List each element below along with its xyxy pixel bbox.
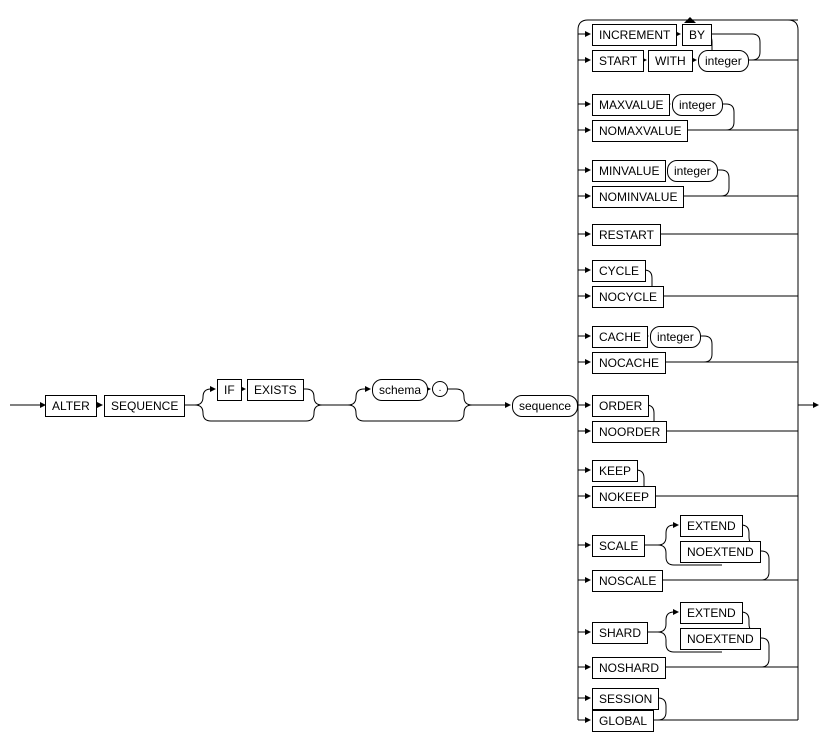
- kw-nominvalue: NOMINVALUE: [592, 186, 684, 208]
- kw-increment: INCREMENT: [592, 24, 677, 46]
- kw-nocycle: NOCYCLE: [592, 286, 664, 308]
- kw-noextend-2: NOEXTEND: [680, 628, 761, 650]
- kw-extend-1: EXTEND: [680, 515, 743, 537]
- kw-shard: SHARD: [592, 622, 648, 644]
- ident-sequence: sequence: [512, 395, 578, 417]
- kw-noshard: NOSHARD: [592, 657, 666, 679]
- lit-integer-1: integer: [698, 50, 749, 72]
- kw-nokeep: NOKEEP: [592, 486, 656, 508]
- kw-keep: KEEP: [592, 460, 638, 482]
- kw-noextend-1: NOEXTEND: [680, 541, 761, 563]
- kw-sequence: SEQUENCE: [104, 395, 185, 417]
- lit-integer-2: integer: [672, 94, 723, 116]
- kw-by: BY: [682, 24, 712, 46]
- kw-exists: EXISTS: [247, 379, 304, 401]
- kw-order: ORDER: [592, 395, 649, 417]
- lit-integer-4: integer: [650, 326, 701, 348]
- kw-noorder: NOORDER: [592, 421, 667, 443]
- kw-if: IF: [217, 379, 242, 401]
- kw-global: GLOBAL: [592, 710, 654, 732]
- kw-restart: RESTART: [592, 224, 661, 246]
- kw-scale: SCALE: [592, 535, 645, 557]
- kw-extend-2: EXTEND: [680, 602, 743, 624]
- kw-with: WITH: [648, 50, 693, 72]
- kw-alter: ALTER: [45, 395, 97, 417]
- kw-nomaxvalue: NOMAXVALUE: [592, 120, 688, 142]
- kw-nocache: NOCACHE: [592, 352, 666, 374]
- kw-maxvalue: MAXVALUE: [592, 94, 670, 116]
- kw-session: SESSION: [592, 688, 659, 710]
- ident-schema: schema: [372, 379, 428, 401]
- kw-cache: CACHE: [592, 326, 648, 348]
- lit-integer-3: integer: [667, 160, 718, 182]
- kw-cycle: CYCLE: [592, 260, 646, 282]
- kw-noscale: NOSCALE: [592, 570, 663, 592]
- kw-minvalue: MINVALUE: [592, 160, 666, 182]
- kw-start: START: [592, 50, 644, 72]
- punct-dot: .: [432, 381, 448, 397]
